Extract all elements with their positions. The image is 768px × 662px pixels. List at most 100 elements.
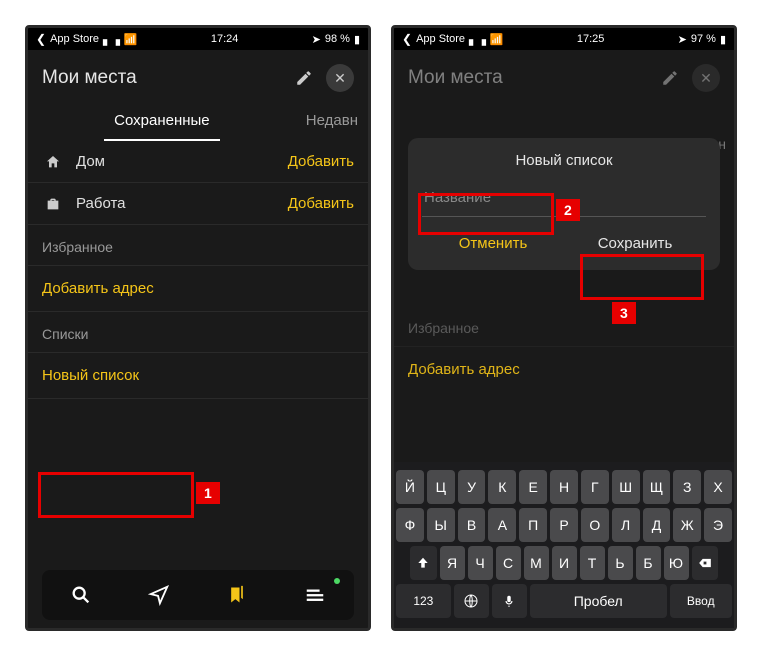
key-С[interactable]: С bbox=[496, 546, 521, 580]
home-add[interactable]: Добавить bbox=[288, 153, 354, 170]
key-М[interactable]: М bbox=[524, 546, 549, 580]
notification-dot bbox=[334, 578, 340, 584]
edit-icon[interactable] bbox=[290, 64, 318, 92]
globe-key[interactable] bbox=[454, 584, 489, 618]
key-З[interactable]: З bbox=[673, 470, 701, 504]
bottom-nav bbox=[42, 570, 354, 620]
section-favorites: Избранное bbox=[28, 225, 368, 266]
key-Ф[interactable]: Ф bbox=[396, 508, 424, 542]
key-Х[interactable]: Х bbox=[704, 470, 732, 504]
add-address-link[interactable]: Добавить адрес bbox=[28, 266, 368, 312]
nav-menu-icon[interactable] bbox=[276, 570, 354, 620]
work-add[interactable]: Добавить bbox=[288, 195, 354, 212]
home-label: Дом bbox=[76, 153, 288, 170]
back-chevron-icon[interactable]: ❮ bbox=[402, 32, 412, 46]
key-О[interactable]: О bbox=[581, 508, 609, 542]
backspace-key[interactable] bbox=[692, 546, 719, 580]
key-Г[interactable]: Г bbox=[581, 470, 609, 504]
keyboard-row-1: ЙЦУКЕНГШЩЗХ bbox=[396, 470, 732, 504]
keyboard-row-2: ФЫВАПРОЛДЖЭ bbox=[396, 508, 732, 542]
key-У[interactable]: У bbox=[458, 470, 486, 504]
tab-saved[interactable]: Сохраненные bbox=[104, 106, 220, 141]
nav-bookmarks-icon[interactable] bbox=[198, 570, 276, 620]
key-В[interactable]: В bbox=[458, 508, 486, 542]
nav-navigate-icon[interactable] bbox=[120, 570, 198, 620]
status-bar: ❮ App Store ▖▗ 📶 17:24 ➤ 98 % ▮ bbox=[28, 28, 368, 50]
wifi-icon: 📶 bbox=[124, 33, 138, 46]
wifi-icon: 📶 bbox=[490, 33, 504, 46]
nav-search-icon[interactable] bbox=[42, 570, 120, 620]
location-icon: ➤ bbox=[312, 33, 321, 46]
mic-key[interactable] bbox=[492, 584, 527, 618]
key-Ч[interactable]: Ч bbox=[468, 546, 493, 580]
back-label[interactable]: App Store bbox=[50, 33, 99, 45]
signal-icon: ▖▗ bbox=[103, 33, 120, 46]
tab-recent[interactable]: Недавн bbox=[296, 106, 368, 141]
key-Э[interactable]: Э bbox=[704, 508, 732, 542]
key-Б[interactable]: Б bbox=[636, 546, 661, 580]
section-favorites: Избранное bbox=[394, 306, 734, 347]
key-Й[interactable]: Й bbox=[396, 470, 424, 504]
list-name-input[interactable] bbox=[422, 183, 706, 217]
page-title: Мои места bbox=[42, 67, 290, 89]
tabs: Сохраненные Недавн bbox=[28, 106, 368, 141]
key-Д[interactable]: Д bbox=[643, 508, 671, 542]
row-work[interactable]: Работа Добавить bbox=[28, 183, 368, 225]
work-label: Работа bbox=[76, 195, 288, 212]
key-Ж[interactable]: Ж bbox=[673, 508, 701, 542]
save-button[interactable]: Сохранить bbox=[564, 225, 706, 262]
back-label[interactable]: App Store bbox=[416, 33, 465, 45]
new-list-dialog: Новый список Отменить Сохранить bbox=[408, 138, 720, 270]
dialog-title: Новый список bbox=[422, 152, 706, 169]
status-bar: ❮ App Store ▖▗ 📶 17:25 ➤ 97 % ▮ bbox=[394, 28, 734, 50]
battery-icon: ▮ bbox=[720, 33, 726, 46]
keyboard: ЙЦУКЕНГШЩЗХ ФЫВАПРОЛДЖЭ ЯЧСМИТЬБЮ 123 Пр… bbox=[394, 462, 734, 628]
key-Ы[interactable]: Ы bbox=[427, 508, 455, 542]
section-lists: Списки bbox=[28, 312, 368, 353]
row-home[interactable]: Дом Добавить bbox=[28, 141, 368, 183]
key-Н[interactable]: Н bbox=[550, 470, 578, 504]
close-icon[interactable]: ✕ bbox=[326, 64, 354, 92]
numeric-key[interactable]: 123 bbox=[396, 584, 451, 618]
enter-key[interactable]: Ввод bbox=[670, 584, 732, 618]
key-Я[interactable]: Я bbox=[440, 546, 465, 580]
home-icon bbox=[42, 154, 64, 170]
back-chevron-icon[interactable]: ❮ bbox=[36, 32, 46, 46]
key-Р[interactable]: Р bbox=[550, 508, 578, 542]
battery-percent: 98 % bbox=[325, 33, 350, 45]
new-list-link[interactable]: Новый список bbox=[28, 353, 368, 399]
keyboard-row-4: 123 Пробел Ввод bbox=[396, 584, 732, 618]
key-Л[interactable]: Л bbox=[612, 508, 640, 542]
key-И[interactable]: И bbox=[552, 546, 577, 580]
briefcase-icon bbox=[42, 196, 64, 212]
shift-key[interactable] bbox=[410, 546, 437, 580]
header: Мои места ✕ bbox=[394, 50, 734, 106]
key-Ь[interactable]: Ь bbox=[608, 546, 633, 580]
add-address-link[interactable]: Добавить адрес bbox=[394, 347, 734, 392]
key-Т[interactable]: Т bbox=[580, 546, 605, 580]
key-Ц[interactable]: Ц bbox=[427, 470, 455, 504]
key-Щ[interactable]: Щ bbox=[643, 470, 671, 504]
key-П[interactable]: П bbox=[519, 508, 547, 542]
edit-icon bbox=[656, 64, 684, 92]
space-key[interactable]: Пробел bbox=[530, 584, 667, 618]
annotation-box-1 bbox=[38, 472, 194, 518]
location-icon: ➤ bbox=[678, 33, 687, 46]
clock: 17:25 bbox=[577, 33, 605, 45]
keyboard-row-3: ЯЧСМИТЬБЮ bbox=[396, 546, 732, 580]
key-А[interactable]: А bbox=[488, 508, 516, 542]
clock: 17:24 bbox=[211, 33, 239, 45]
battery-percent: 97 % bbox=[691, 33, 716, 45]
annotation-badge-1: 1 bbox=[196, 482, 220, 504]
key-Ю[interactable]: Ю bbox=[664, 546, 689, 580]
signal-icon: ▖▗ bbox=[469, 33, 486, 46]
header: Мои места ✕ bbox=[28, 50, 368, 106]
phone-left: ❮ App Store ▖▗ 📶 17:24 ➤ 98 % ▮ Мои мест… bbox=[25, 25, 371, 631]
key-Ш[interactable]: Ш bbox=[612, 470, 640, 504]
battery-icon: ▮ bbox=[354, 33, 360, 46]
phone-right: ❮ App Store ▖▗ 📶 17:25 ➤ 97 % ▮ Мои мест… bbox=[391, 25, 737, 631]
cancel-button[interactable]: Отменить bbox=[422, 225, 564, 262]
key-Е[interactable]: Е bbox=[519, 470, 547, 504]
key-К[interactable]: К bbox=[488, 470, 516, 504]
close-icon: ✕ bbox=[692, 64, 720, 92]
